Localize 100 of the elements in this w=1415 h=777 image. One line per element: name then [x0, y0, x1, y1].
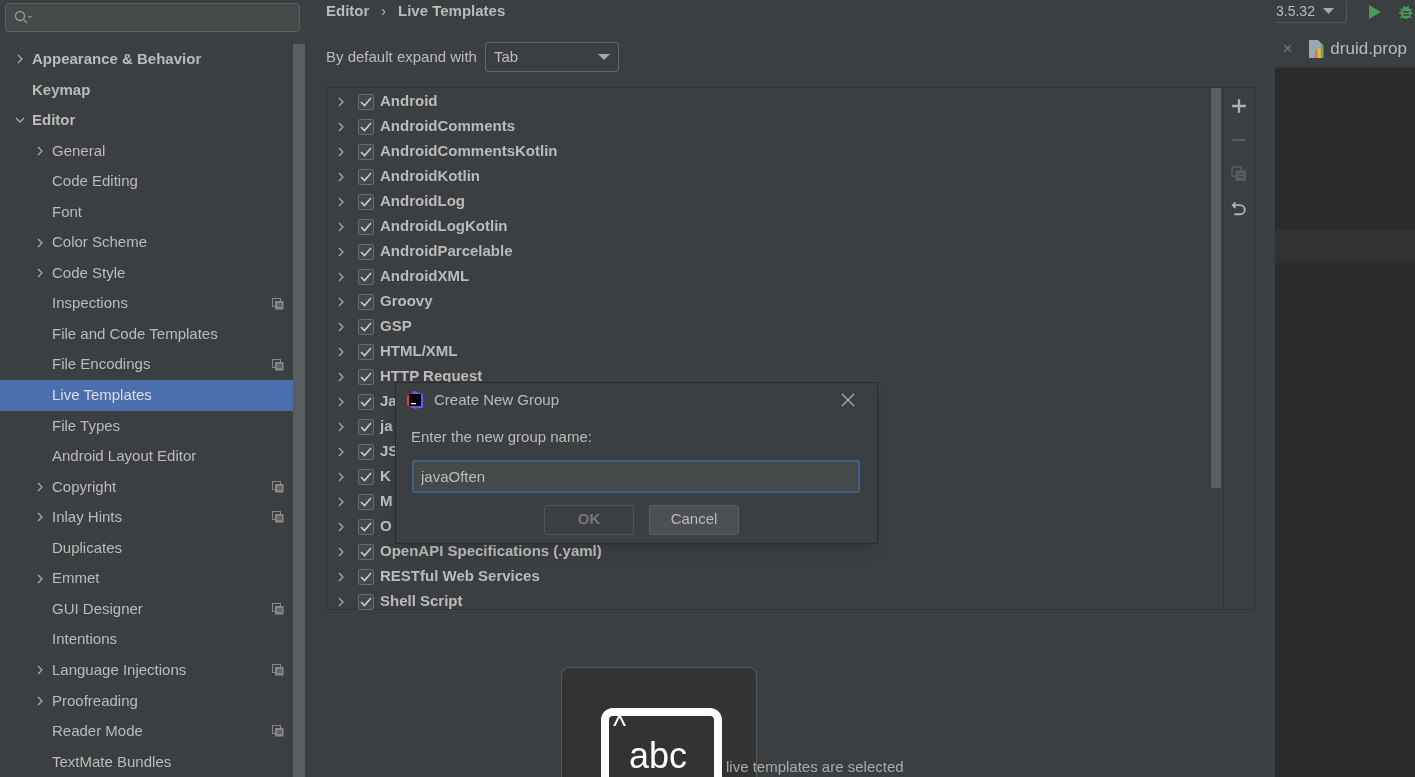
sidebar-item[interactable]: Code Style — [0, 257, 293, 289]
chevron-right-icon[interactable] — [15, 54, 25, 65]
checkbox[interactable] — [358, 443, 374, 460]
sidebar-item[interactable]: Font — [0, 196, 293, 228]
chevron-right-icon[interactable] — [336, 296, 346, 307]
dialog-button[interactable]: Cancel — [649, 504, 739, 535]
template-group-label[interactable]: AndroidKotlin — [380, 165, 480, 188]
sidebar-item[interactable]: Android Layout Editor — [0, 441, 293, 472]
sidebar-item[interactable]: Color Scheme — [0, 227, 293, 258]
chevron-right-icon[interactable] — [35, 481, 45, 492]
checkbox[interactable] — [358, 343, 374, 360]
template-group-label[interactable]: OpenAPI Specifications (.yaml) — [380, 540, 602, 563]
template-group-label[interactable]: AndroidCommentsKotlin — [380, 140, 558, 163]
chevron-right-icon[interactable] — [336, 421, 346, 432]
sidebar-item[interactable]: Inspections — [0, 288, 293, 319]
checkbox[interactable] — [358, 543, 374, 560]
editor-tab[interactable]: druid.prop — [1330, 36, 1407, 62]
template-group-label[interactable]: RESTful Web Services — [380, 565, 540, 588]
sidebar-item[interactable]: Emmet — [0, 563, 293, 594]
sidebar-item[interactable]: File Encodings — [0, 349, 293, 380]
sidebar-item[interactable]: Appearance & Behavior — [0, 44, 293, 75]
template-group-label[interactable]: HTML/XML — [380, 340, 458, 363]
chevron-right-icon[interactable] — [35, 665, 45, 676]
checkbox[interactable] — [358, 418, 374, 435]
sidebar-item[interactable]: Live Templates — [0, 380, 293, 411]
checkbox[interactable] — [358, 493, 374, 510]
template-group-label[interactable]: M — [380, 490, 393, 513]
scrollbar[interactable] — [1211, 88, 1221, 488]
sidebar-item[interactable]: Copyright — [0, 471, 293, 503]
chevron-right-icon[interactable] — [35, 512, 45, 523]
chevron-right-icon[interactable] — [336, 196, 346, 207]
checkbox[interactable] — [358, 218, 374, 235]
chevron-right-icon[interactable] — [336, 146, 346, 157]
sidebar-item[interactable]: Proofreading — [0, 685, 293, 717]
checkbox[interactable] — [358, 518, 374, 535]
sidebar-item[interactable]: General — [0, 135, 293, 167]
chevron-right-icon[interactable] — [336, 371, 346, 382]
undo-icon[interactable] — [1231, 200, 1247, 216]
sidebar-item[interactable]: File and Code Templates — [0, 318, 293, 350]
chevron-right-icon[interactable] — [336, 546, 346, 557]
sidebar-item[interactable]: GUI Designer — [0, 593, 293, 625]
sidebar-item[interactable]: File Types — [0, 410, 293, 442]
breadcrumb-item[interactable]: Editor — [326, 0, 370, 23]
checkbox[interactable] — [358, 393, 374, 410]
sidebar-item[interactable]: Inlay Hints — [0, 502, 293, 533]
chevron-right-icon[interactable] — [35, 268, 45, 279]
template-group-label[interactable]: ja — [380, 415, 393, 438]
chevron-right-icon[interactable] — [336, 96, 346, 107]
chevron-right-icon[interactable] — [336, 471, 346, 482]
chevron-right-icon[interactable] — [35, 573, 45, 584]
chevron-right-icon[interactable] — [336, 321, 346, 332]
checkbox[interactable] — [358, 468, 374, 485]
checkbox[interactable] — [358, 293, 374, 310]
template-group-label[interactable]: K — [380, 465, 391, 488]
chevron-right-icon[interactable] — [336, 271, 346, 282]
chevron-right-icon[interactable] — [336, 246, 346, 257]
run-icon[interactable] — [1368, 3, 1382, 20]
checkbox[interactable] — [358, 568, 374, 585]
checkbox[interactable] — [358, 193, 374, 210]
run-config-dropdown[interactable]: 3.5.32 — [1275, 0, 1347, 23]
sidebar-item[interactable]: Reader Mode — [0, 716, 293, 747]
chevron-right-icon[interactable] — [336, 346, 346, 357]
checkbox[interactable] — [358, 118, 374, 135]
add-icon[interactable] — [1231, 98, 1247, 114]
checkbox[interactable] — [358, 93, 374, 110]
checkbox[interactable] — [358, 268, 374, 285]
sidebar-item[interactable]: TextMate Bundles — [0, 746, 293, 777]
checkbox[interactable] — [358, 593, 374, 610]
sidebar-item[interactable]: Editor — [0, 105, 293, 136]
template-group-label[interactable]: Groovy — [380, 290, 433, 313]
bug-icon[interactable] — [1398, 3, 1414, 20]
chevron-right-icon[interactable] — [336, 446, 346, 457]
template-group-label[interactable]: AndroidLog — [380, 190, 465, 213]
chevron-right-icon[interactable] — [336, 496, 346, 507]
chevron-right-icon[interactable] — [336, 121, 346, 132]
chevron-right-icon[interactable] — [336, 521, 346, 532]
expand-dropdown[interactable]: Tab — [484, 42, 619, 72]
group-name-field[interactable]: javaOften — [412, 459, 860, 493]
chevron-right-icon[interactable] — [35, 145, 45, 156]
checkbox[interactable] — [358, 318, 374, 335]
chevron-right-icon[interactable] — [336, 221, 346, 232]
sidebar-item[interactable]: Duplicates — [0, 532, 293, 564]
scrollbar[interactable] — [293, 44, 305, 777]
chevron-right-icon[interactable] — [35, 237, 45, 248]
template-group-label[interactable]: AndroidLogKotlin — [380, 215, 508, 238]
sidebar-item[interactable]: Keymap — [0, 74, 293, 106]
checkbox[interactable] — [358, 168, 374, 185]
chevron-right-icon[interactable] — [336, 571, 346, 582]
sidebar-item[interactable]: Intentions — [0, 624, 293, 655]
template-group-label[interactable]: Android — [380, 90, 438, 113]
template-group-label[interactable]: AndroidParcelable — [380, 240, 513, 263]
template-group-label[interactable]: O — [380, 515, 392, 538]
sidebar-item[interactable]: Code Editing — [0, 166, 293, 197]
close-icon[interactable] — [841, 393, 855, 407]
checkbox[interactable] — [358, 143, 374, 160]
template-group-label[interactable]: AndroidXML — [380, 265, 470, 288]
checkbox[interactable] — [358, 368, 374, 385]
search-field[interactable] — [5, 3, 300, 32]
chevron-right-icon[interactable] — [35, 695, 45, 706]
template-group-label[interactable]: AndroidComments — [380, 115, 515, 138]
